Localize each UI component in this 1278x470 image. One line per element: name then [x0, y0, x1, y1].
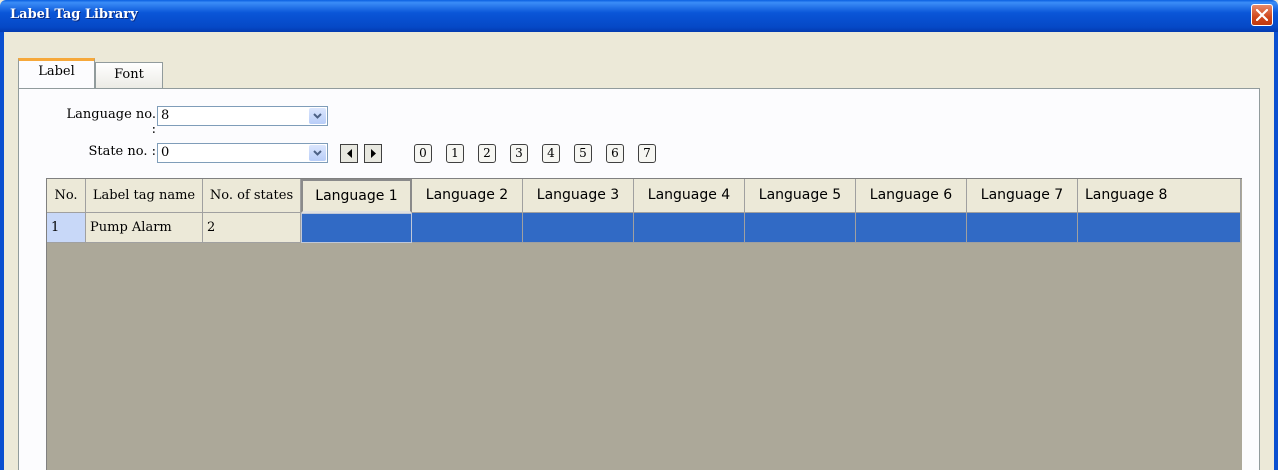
window-border-left	[0, 32, 4, 470]
column-header-language-3[interactable]: Language 3	[523, 179, 634, 213]
language-no-select[interactable]: 8	[157, 106, 328, 126]
language-no-label: Language no. :	[66, 107, 156, 137]
close-icon	[1256, 9, 1268, 21]
label-tag-table[interactable]: No. Label tag name No. of states Languag…	[46, 178, 1242, 470]
arrow-right-icon	[371, 149, 376, 158]
cell-language-7[interactable]	[967, 213, 1078, 243]
state-button-4[interactable]: 4	[542, 144, 560, 163]
column-header-language-1[interactable]: Language 1	[301, 179, 412, 213]
column-header-label-tag-name[interactable]: Label tag name	[86, 179, 203, 213]
tab-label-text: Label	[38, 64, 75, 79]
column-header-language-2[interactable]: Language 2	[412, 179, 523, 213]
column-header-language-7[interactable]: Language 7	[967, 179, 1078, 213]
state-button-6[interactable]: 6	[606, 144, 624, 163]
column-header-language-8[interactable]: Language 8	[1078, 179, 1241, 213]
cell-language-3[interactable]	[523, 213, 634, 243]
title-bar: Label Tag Library	[0, 0, 1278, 32]
label-tag-library-window: Label Tag Library Label Font Language no…	[0, 0, 1278, 470]
language-no-dropdown-button[interactable]	[309, 108, 326, 124]
chevron-down-icon	[313, 113, 322, 119]
tab-font-text: Font	[114, 67, 144, 82]
window-border-right	[1274, 32, 1278, 470]
column-header-no-of-states[interactable]: No. of states	[203, 179, 301, 213]
state-no-label: State no. :	[88, 144, 156, 159]
chevron-down-icon	[313, 150, 322, 156]
state-no-value: 0	[161, 145, 170, 160]
state-button-2[interactable]: 2	[478, 144, 496, 163]
next-state-button[interactable]	[364, 144, 382, 163]
cell-no[interactable]: 1	[47, 213, 86, 243]
state-button-7[interactable]: 7	[638, 144, 656, 163]
state-button-3[interactable]: 3	[510, 144, 528, 163]
close-button[interactable]	[1251, 4, 1273, 26]
column-header-language-4[interactable]: Language 4	[634, 179, 745, 213]
column-header-language-5[interactable]: Language 5	[745, 179, 856, 213]
cell-language-6[interactable]	[856, 213, 967, 243]
cell-no-of-states[interactable]: 2	[203, 213, 301, 243]
cell-language-8[interactable]	[1078, 213, 1241, 243]
cell-language-1[interactable]	[301, 213, 412, 243]
state-button-0[interactable]: 0	[414, 144, 432, 163]
cell-language-4[interactable]	[634, 213, 745, 243]
column-header-language-6[interactable]: Language 6	[856, 179, 967, 213]
state-button-1[interactable]: 1	[446, 144, 464, 163]
window-title: Label Tag Library	[10, 7, 138, 22]
tab-label[interactable]: Label	[18, 58, 95, 88]
column-header-no[interactable]: No.	[47, 179, 86, 213]
state-button-5[interactable]: 5	[574, 144, 592, 163]
state-no-dropdown-button[interactable]	[309, 145, 326, 161]
previous-state-button[interactable]	[340, 144, 358, 163]
state-no-select[interactable]: 0	[157, 143, 328, 163]
arrow-left-icon	[347, 149, 352, 158]
cell-language-5[interactable]	[745, 213, 856, 243]
language-no-value: 8	[161, 108, 170, 123]
tab-font[interactable]: Font	[95, 62, 163, 88]
cell-label-tag-name[interactable]: Pump Alarm	[86, 213, 203, 243]
cell-language-2[interactable]	[412, 213, 523, 243]
